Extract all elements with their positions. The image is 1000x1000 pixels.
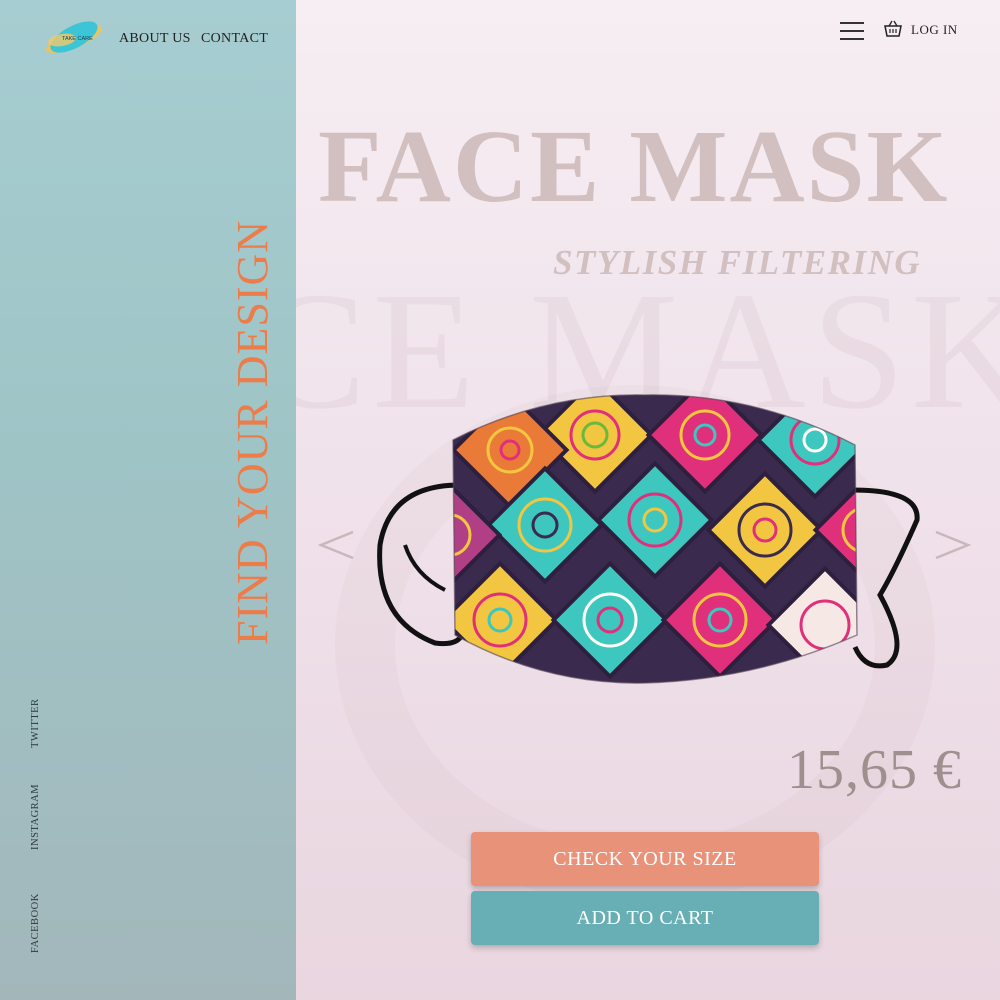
hamburger-menu-icon[interactable]: [838, 20, 866, 42]
basket-icon[interactable]: [883, 19, 903, 39]
product-price: 15,65 €: [787, 739, 962, 801]
find-your-design-heading: FIND YOUR DESIGN: [228, 219, 277, 645]
social-facebook-link[interactable]: FACEBOOK: [30, 893, 41, 953]
nav-contact[interactable]: CONTACT: [201, 31, 268, 47]
hero-subtitle: STYLISH FILTERING: [553, 243, 922, 282]
chevron-right-icon[interactable]: [930, 520, 974, 570]
nav-about-us[interactable]: ABOUT US: [119, 31, 191, 47]
logo-text: TAKE CARE: [62, 36, 93, 42]
brand-logo[interactable]: TAKE CARE: [38, 12, 108, 64]
social-instagram-link[interactable]: INSTAGRAM: [30, 784, 41, 850]
add-to-cart-button[interactable]: ADD TO CART: [471, 891, 819, 945]
social-twitter-link[interactable]: TWITTER: [30, 698, 41, 748]
login-link[interactable]: LOG IN: [911, 22, 958, 38]
check-your-size-button[interactable]: CHECK YOUR SIZE: [471, 832, 819, 886]
chevron-left-icon[interactable]: [315, 520, 359, 570]
left-sidebar: TAKE CARE ABOUT US CONTACT FIND YOUR DES…: [0, 0, 296, 1000]
product-image-face-mask: [375, 385, 935, 695]
hero-title: FACE MASK: [318, 109, 950, 224]
